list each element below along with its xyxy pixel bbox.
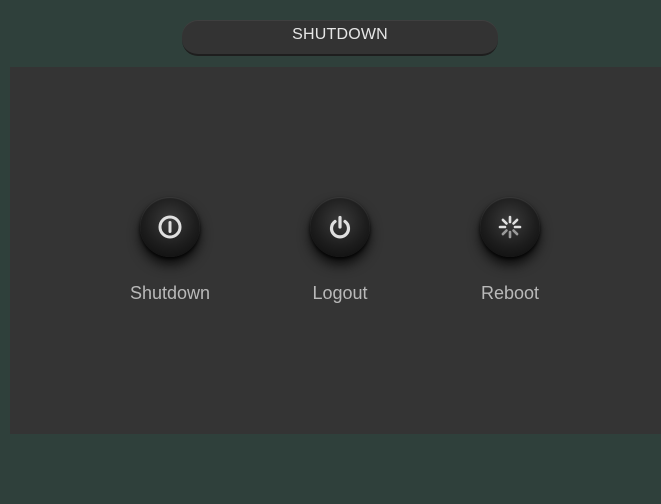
header-bar: SHUTDOWN: [0, 0, 661, 67]
footer-bar: [0, 434, 661, 504]
shutdown-button[interactable]: [140, 197, 200, 257]
shutdown-option: Shutdown: [105, 197, 235, 304]
shutdown-icon: [158, 215, 182, 239]
shutdown-label: Shutdown: [129, 283, 211, 303]
reboot-option: Reboot: [445, 197, 575, 304]
reboot-button[interactable]: [480, 197, 540, 257]
reboot-icon: [498, 215, 522, 239]
shutdown-dialog: SHUTDOWN Shutdown Logout Reboot: [0, 0, 661, 504]
logout-button[interactable]: [310, 197, 370, 257]
power-icon: [329, 215, 351, 239]
reboot-label: Reboot: [480, 283, 540, 303]
logout-option: Logout: [275, 197, 405, 304]
page-title: SHUTDOWN: [292, 26, 388, 43]
logout-label: Logout: [312, 283, 368, 303]
title-bar: SHUTDOWN: [182, 20, 498, 56]
